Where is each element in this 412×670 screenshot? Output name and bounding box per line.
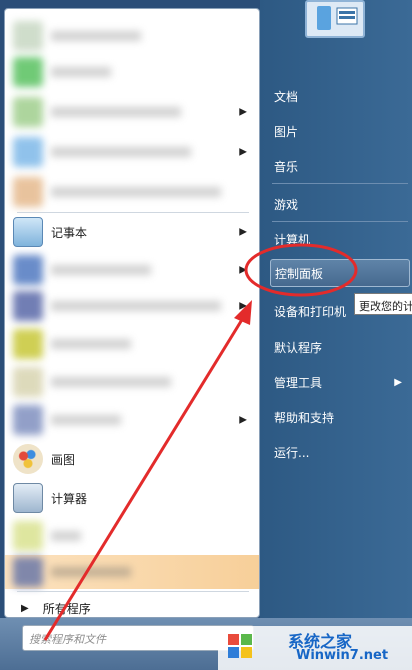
submenu-arrow-icon: ▶: [239, 264, 247, 276]
blurred-program-item[interactable]: ▶: [13, 135, 257, 169]
divider: [272, 221, 408, 222]
right-item-run[interactable]: 运行...: [270, 438, 410, 466]
right-item-label: 管理工具: [274, 375, 323, 390]
right-item-label: 设备和打印机: [274, 304, 347, 319]
submenu-arrow-icon: ▶: [239, 300, 247, 312]
right-item-computer[interactable]: 计算机: [270, 225, 410, 253]
right-item-label: 文档: [274, 89, 299, 104]
divider: [17, 591, 249, 592]
right-item-pictures[interactable]: 图片: [270, 117, 410, 145]
right-item-music[interactable]: 音乐: [270, 152, 410, 180]
right-item-documents[interactable]: 文档: [270, 82, 410, 110]
blurred-program-item[interactable]: [13, 55, 257, 89]
calculator-icon: [13, 483, 43, 513]
right-item-label: 控制面板: [275, 266, 324, 281]
right-item-label: 默认程序: [274, 340, 323, 355]
submenu-arrow-icon: ▶: [239, 106, 247, 118]
blurred-program-item[interactable]: [13, 327, 257, 361]
divider: [17, 212, 249, 213]
user-picture-frame[interactable]: [305, 0, 365, 38]
blurred-program-item[interactable]: ▶: [13, 253, 257, 287]
blurred-program-item[interactable]: ▶: [13, 289, 257, 323]
submenu-arrow-icon: ▶: [239, 226, 247, 238]
program-item-calculator[interactable]: 计算器: [13, 481, 257, 515]
submenu-arrow-icon: ▶: [239, 414, 247, 426]
right-item-label: 计算机: [274, 232, 311, 247]
right-item-label: 图片: [274, 124, 299, 139]
right-item-label: 游戏: [274, 197, 299, 212]
all-programs-label: 所有程序: [42, 601, 91, 616]
right-item-label: 运行...: [274, 445, 310, 460]
submenu-arrow-icon: ▶: [239, 146, 247, 158]
right-item-games[interactable]: 游戏: [270, 190, 410, 218]
watermark-url: Winwin7.net: [296, 648, 389, 663]
program-label: 画图: [51, 452, 76, 467]
right-item-label: 音乐: [274, 159, 299, 174]
computer-icon: [317, 6, 358, 30]
program-item-notepad[interactable]: 记事本 ▶: [13, 215, 257, 249]
blurred-program-item[interactable]: [13, 519, 257, 553]
blurred-program-item[interactable]: [13, 19, 257, 53]
site-watermark: 系统之家 Winwin7.net: [218, 626, 412, 670]
blurred-program-item[interactable]: [13, 175, 257, 209]
start-menu: ▶ ▶ 记事本 ▶ ▶ ▶ ▶ 画图 计算器 ▶ 所有程序 文档 图片 音乐 游…: [0, 0, 412, 670]
program-item-paint[interactable]: 画图: [13, 442, 257, 476]
program-label: 记事本: [51, 225, 88, 240]
program-label: 计算器: [51, 491, 88, 506]
blurred-program-item-highlighted[interactable]: [5, 555, 259, 589]
paint-icon: [13, 444, 43, 474]
right-item-default-programs[interactable]: 默认程序: [270, 333, 410, 361]
notepad-icon: [13, 217, 43, 247]
blurred-program-item[interactable]: ▶: [13, 95, 257, 129]
play-arrow-icon: ▶: [21, 602, 29, 614]
control-panel-tooltip: 更改您的计: [354, 293, 412, 315]
submenu-arrow-icon: ▶: [394, 376, 402, 388]
windows-logo-icon: [228, 634, 252, 658]
right-item-control-panel[interactable]: 控制面板: [270, 259, 410, 287]
right-item-admin-tools[interactable]: 管理工具 ▶: [270, 368, 410, 396]
blurred-program-item[interactable]: [13, 365, 257, 399]
all-programs-button[interactable]: ▶ 所有程序: [13, 593, 257, 617]
right-item-label: 帮助和支持: [274, 410, 335, 425]
blurred-program-item[interactable]: ▶: [13, 403, 257, 437]
divider: [272, 183, 408, 184]
right-item-help-support[interactable]: 帮助和支持: [270, 403, 410, 431]
programs-pane: ▶ ▶ 记事本 ▶ ▶ ▶ ▶ 画图 计算器 ▶ 所有程序: [4, 8, 260, 618]
